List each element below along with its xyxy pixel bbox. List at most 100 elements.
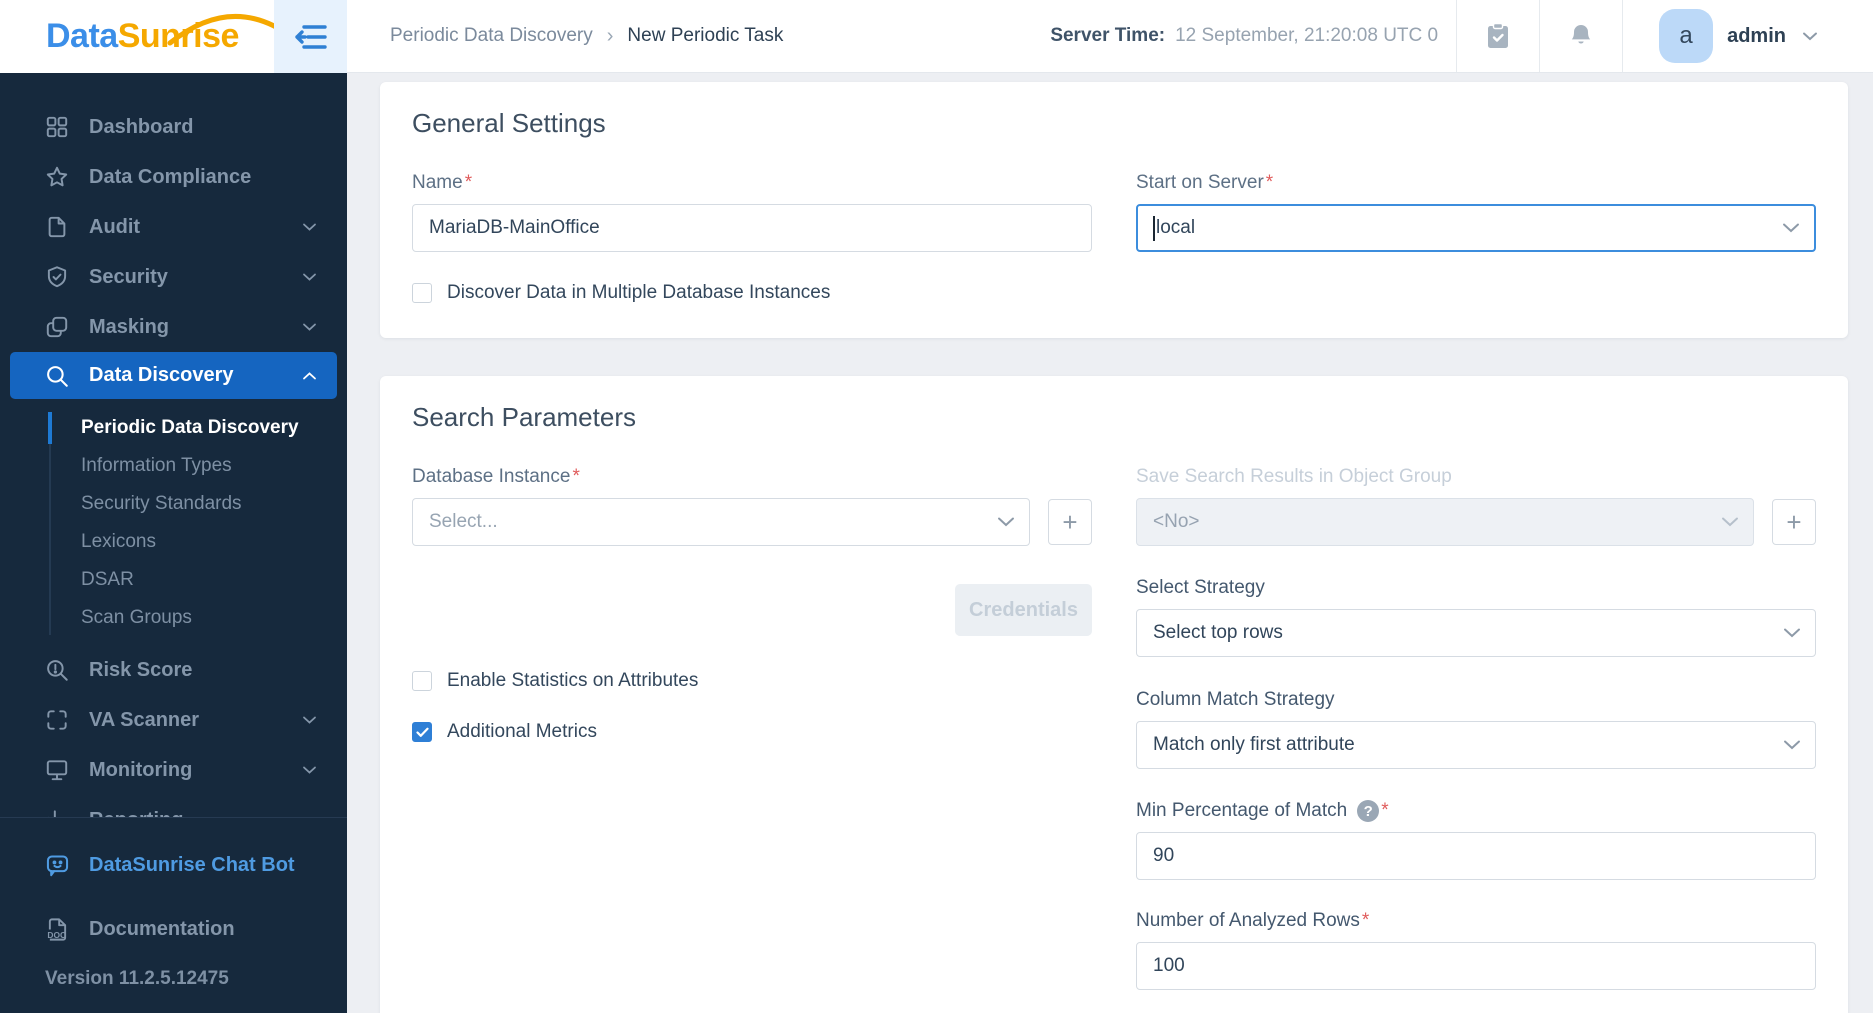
sidebar-item-data-discovery[interactable]: Data Discovery: [10, 352, 337, 399]
chevron-down-icon: [303, 323, 316, 331]
chevron-down-icon: [1784, 628, 1800, 638]
chatbot-link[interactable]: DataSunrise Chat Bot: [0, 840, 347, 890]
chevron-down-icon: [303, 766, 316, 774]
version-label: Version 11.2.5.12475: [45, 968, 229, 989]
breadcrumb: Periodic Data Discovery › New Periodic T…: [390, 0, 783, 72]
metrics-checkbox-label: Additional Metrics: [447, 721, 597, 742]
multi-instance-checkbox[interactable]: [412, 283, 432, 303]
chatbot-label: DataSunrise Chat Bot: [89, 853, 295, 876]
submenu-item-label: Scan Groups: [81, 607, 192, 628]
database-instance-label: Database Instance *: [412, 466, 580, 487]
shield-check-icon: [47, 266, 67, 288]
sidebar-collapse-button[interactable]: [274, 0, 347, 73]
avatar-initial: a: [1679, 22, 1693, 49]
user-name: admin: [1727, 24, 1786, 47]
sidebar-item-reporting[interactable]: Reporting: [0, 795, 347, 818]
required-asterisk: *: [572, 466, 580, 487]
sidebar-item-security[interactable]: Security: [0, 252, 347, 302]
sidebar-item-data-compliance[interactable]: Data Compliance: [0, 152, 347, 202]
breadcrumb-current: New Periodic Task: [627, 25, 784, 46]
stats-checkbox-row[interactable]: Enable Statistics on Attributes: [412, 670, 1092, 692]
server-time-label: Server Time:: [1050, 25, 1166, 46]
sidebar-item-label: Data Discovery: [89, 364, 234, 386]
notifications-button[interactable]: [1540, 0, 1622, 72]
doc-file-icon: DOC: [47, 917, 67, 941]
required-asterisk: *: [1361, 910, 1370, 931]
sidebar-item-audit[interactable]: Audit: [0, 202, 347, 252]
user-menu[interactable]: a admin: [1623, 0, 1873, 72]
chat-bot-icon: [46, 854, 69, 876]
submenu-item-periodic-data-discovery[interactable]: Periodic Data Discovery: [0, 409, 347, 447]
masking-icon: [46, 316, 68, 338]
server-time: Server Time: 12 September, 21:20:08 UTC …: [1050, 0, 1456, 72]
bell-icon: [1571, 25, 1591, 44]
text-cursor: [1153, 215, 1155, 241]
select-strategy-label: Select Strategy: [1136, 577, 1265, 598]
start-on-server-select[interactable]: local: [1136, 204, 1816, 252]
chevron-down-icon: [1803, 32, 1817, 40]
submenu-item-scan-groups[interactable]: Scan Groups: [0, 599, 347, 637]
analyzed-rows-input[interactable]: [1136, 942, 1816, 990]
sidebar-item-dashboard[interactable]: Dashboard: [0, 102, 347, 152]
sidebar-bottom: DataSunrise Chat Bot DOC Documentation V…: [0, 818, 347, 1013]
chevron-down-icon: [303, 223, 316, 231]
general-settings-title: General Settings: [412, 108, 606, 138]
analyzed-rows-label: Number of Analyzed Rows *: [1136, 910, 1370, 931]
general-settings-card: General Settings Name* Discover Data in …: [380, 82, 1848, 338]
sidebar-item-va-scanner[interactable]: VA Scanner: [0, 695, 347, 745]
help-icon[interactable]: ?: [1357, 800, 1380, 822]
sidebar-item-label: Masking: [89, 315, 170, 338]
tasks-button[interactable]: [1457, 0, 1539, 72]
column-match-strategy-value: Match only first attribute: [1153, 734, 1355, 755]
search-icon: [47, 365, 68, 387]
submenu-item-lexicons[interactable]: Lexicons: [0, 523, 347, 561]
server-time-value: 12 September, 21:20:08 UTC 0: [1175, 25, 1439, 46]
start-on-server-label: Start on Server *: [1136, 172, 1274, 193]
save-group-label: Save Search Results in Object Group: [1136, 466, 1452, 487]
documentation-link[interactable]: DOC Documentation: [0, 904, 347, 954]
sidebar: DataSunrise Dashboard Data Compliance Au…: [0, 0, 347, 1013]
metrics-checkbox-row[interactable]: Additional Metrics: [412, 721, 1092, 743]
submenu-item-label: DSAR: [81, 569, 134, 590]
chevron-up-icon: [303, 371, 316, 379]
required-asterisk: *: [1381, 800, 1389, 821]
main-content: General Settings Name* Discover Data in …: [347, 73, 1873, 1013]
credentials-button[interactable]: Credentials: [955, 584, 1092, 636]
scanner-icon: [47, 710, 67, 730]
sidebar-item-label: Audit: [89, 215, 141, 238]
document-icon: [48, 216, 66, 238]
add-database-instance-button[interactable]: +: [1048, 499, 1092, 545]
datasunrise-logo[interactable]: DataSunrise: [46, 14, 296, 56]
add-object-group-button[interactable]: +: [1772, 499, 1816, 545]
sidebar-item-risk-score[interactable]: Risk Score: [0, 645, 347, 695]
multi-instance-checkbox-label: Discover Data in Multiple Database Insta…: [447, 282, 831, 303]
stats-checkbox[interactable]: [412, 671, 432, 691]
database-instance-select[interactable]: Select...: [412, 498, 1030, 546]
sidebar-item-monitoring[interactable]: Monitoring: [0, 745, 347, 795]
logo-bar: DataSunrise: [0, 0, 347, 73]
sidebar-item-masking[interactable]: Masking: [0, 302, 347, 352]
sidebar-item-label: Risk Score: [89, 658, 193, 681]
breadcrumb-root[interactable]: Periodic Data Discovery: [390, 25, 593, 47]
chevron-down-icon: [1783, 223, 1799, 233]
submenu-item-label: Periodic Data Discovery: [81, 417, 299, 438]
submenu-item-label: Information Types: [81, 455, 232, 476]
start-on-server-value: local: [1156, 217, 1196, 238]
submenu-item-security-standards[interactable]: Security Standards: [0, 485, 347, 523]
name-input[interactable]: [412, 204, 1092, 252]
metrics-checkbox[interactable]: [412, 722, 432, 742]
submenu-item-dsar[interactable]: DSAR: [0, 561, 347, 599]
select-strategy-select[interactable]: Select top rows: [1136, 609, 1816, 657]
submenu-item-information-types[interactable]: Information Types: [0, 447, 347, 485]
sidebar-item-label: Monitoring: [89, 758, 193, 781]
documentation-label: Documentation: [89, 917, 235, 940]
check-icon: [415, 727, 429, 737]
svg-text:DOC: DOC: [47, 929, 66, 939]
submenu-item-label: Security Standards: [81, 493, 242, 514]
app-window: DataSunrise Dashboard Data Compliance Au…: [0, 0, 1873, 1013]
required-asterisk: *: [464, 172, 473, 193]
save-group-select[interactable]: <No>: [1136, 498, 1754, 546]
min-match-input[interactable]: [1136, 832, 1816, 880]
column-match-strategy-select[interactable]: Match only first attribute: [1136, 721, 1816, 769]
multi-instance-checkbox-row[interactable]: Discover Data in Multiple Database Insta…: [412, 282, 1092, 304]
